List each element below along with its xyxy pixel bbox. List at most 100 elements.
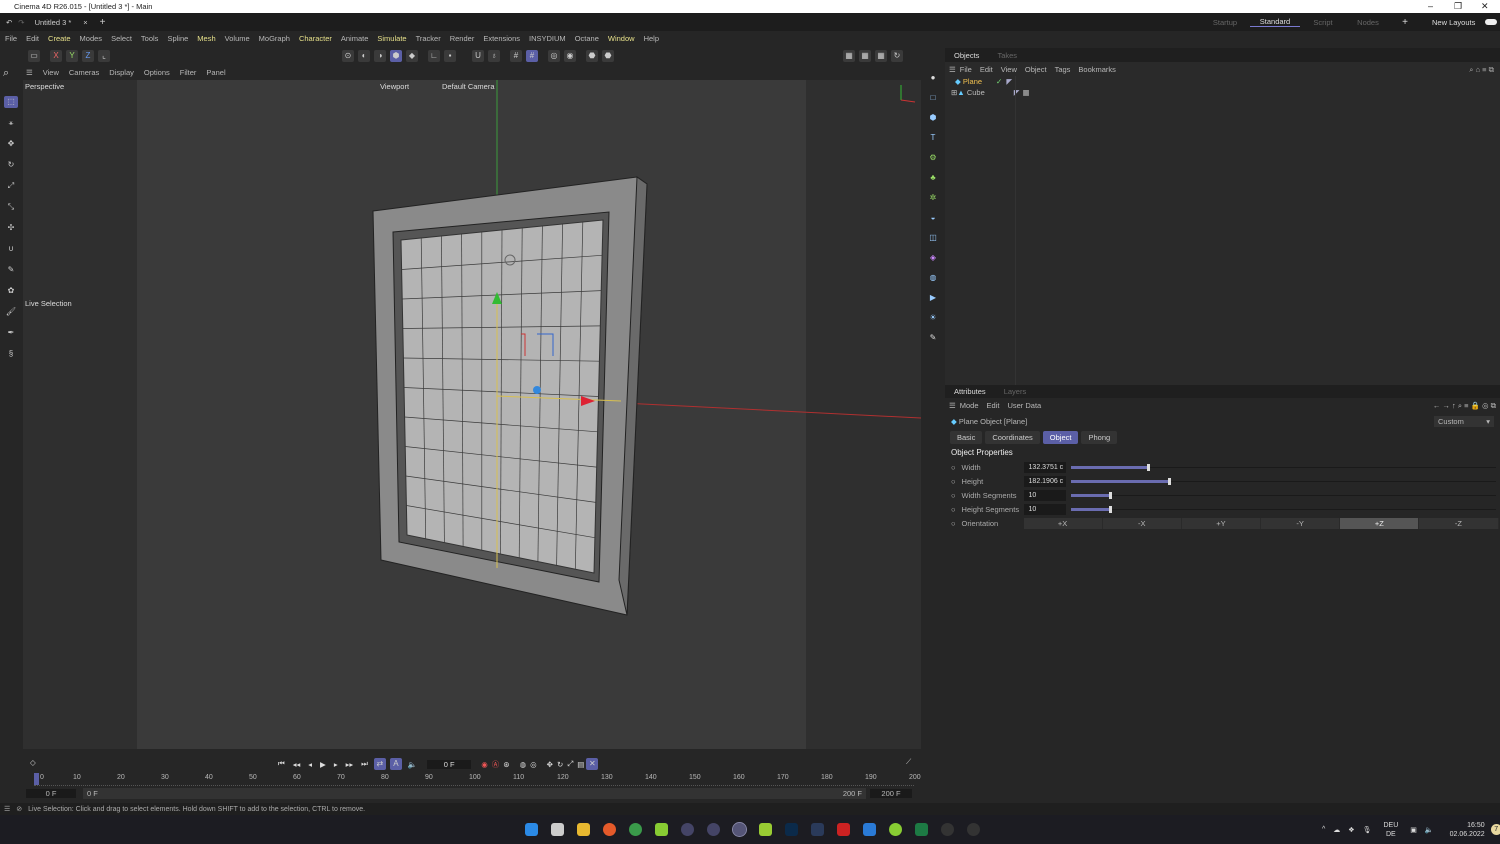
hamburger-icon[interactable]: ☰ [26,68,33,77]
slider-knob[interactable] [1108,491,1112,499]
hamburger-icon[interactable]: ☰ [949,401,956,410]
time-ruler[interactable]: 0 10 20 30 40 50 60 70 80 90 100 110 120 130 140 150 160… [34,772,921,786]
select-icon[interactable]: ● [927,72,939,84]
transform-tool-icon[interactable]: ⤡ [4,201,18,213]
windows-start-icon[interactable] [524,823,538,836]
viewport-menu-display[interactable]: Display [109,68,134,77]
preset-dropdown[interactable]: Custom ▾ [1434,415,1494,427]
record-icon[interactable]: ◉ [481,760,488,769]
network-icon[interactable]: ▣ [1410,826,1417,834]
app-icon-4[interactable] [888,823,902,836]
objects-menu-file[interactable]: File [960,65,972,74]
sound-icon[interactable]: 🔈 [408,760,417,769]
polygons-mode-icon[interactable]: ◑ [374,49,386,62]
task-view-icon[interactable] [550,823,564,836]
texture-mode-icon[interactable]: ◆ [406,49,418,62]
sculpt-tool-icon[interactable]: ✿ [4,285,18,297]
light-icon[interactable]: ☀ [927,312,939,324]
viewport-menu-cameras[interactable]: Cameras [69,68,99,77]
menu-help[interactable]: Help [644,34,659,43]
render-region-icon[interactable]: ◎ [548,49,560,62]
generator-icon[interactable]: ⚙ [927,152,939,164]
render-settings-icon[interactable]: ⬣ [586,49,598,62]
attributes-menu-edit[interactable]: Edit [987,401,1000,410]
hamburger-icon[interactable]: ☰ [4,805,10,813]
subtab-coordinates[interactable]: Coordinates [985,430,1040,444]
move-tool-icon[interactable]: ✥ [4,138,18,150]
navigation-icons[interactable]: ← → ↑ ⌕ ≡ 🔒 ◎ ⧉ [1433,401,1496,411]
layout-startup[interactable]: Startup [1200,18,1250,27]
tab-attributes[interactable]: Attributes [945,385,995,398]
layout-script[interactable]: Script [1300,18,1346,27]
add-layout-button[interactable]: + [1390,17,1420,28]
orientation-option[interactable]: +Z [1340,517,1420,529]
attributes-menu-mode[interactable]: Mode [960,401,979,410]
menu-octane[interactable]: Octane [575,34,599,43]
prev-frame-icon[interactable]: ◂ [308,760,312,769]
menu-create[interactable]: Create [48,34,71,43]
layout-nodes[interactable]: Nodes [1346,18,1390,27]
motion-icon[interactable]: ◍ [520,760,527,769]
microphone-icon[interactable]: 🎙 [1363,826,1372,834]
close-button[interactable]: ✕ [1481,0,1489,13]
property-value-field[interactable]: 182.1906 c [1023,475,1066,487]
layout-standard[interactable]: Standard [1250,17,1300,27]
edges-mode-icon[interactable]: ◐ [358,49,370,62]
photoshop-icon[interactable] [784,823,798,836]
app-icon[interactable] [654,823,668,836]
model-mode-icon[interactable]: ⬢ [390,49,402,62]
position-track-icon[interactable]: ✥ [547,760,553,769]
tweak-tool-icon[interactable]: ✣ [4,222,18,234]
search-filter-icons[interactable]: ⌕ ⌂ ≡ ⧉ [1469,65,1494,75]
axis-x-toggle[interactable]: X [50,49,62,62]
slider-knob[interactable] [1108,505,1112,513]
prev-key-icon[interactable]: ◂◂ [293,760,301,769]
orientation-option[interactable]: +Y [1181,517,1262,529]
picture-viewer-icon[interactable]: ▦ [875,49,887,62]
app-icon-5[interactable] [940,823,954,836]
tab-takes[interactable]: Takes [988,49,1026,62]
current-frame-field[interactable]: 0 F [427,759,472,769]
pla-icon[interactable]: ✕ [586,758,599,770]
objects-menu-edit[interactable]: Edit [980,65,993,74]
magnet-tool-icon[interactable]: ∪ [4,243,18,255]
tray-chevron-icon[interactable]: ^ [1322,826,1325,833]
autokey-icon[interactable]: Ⓐ [492,759,500,770]
app-icon-6[interactable] [966,823,980,836]
property-slider[interactable] [1070,490,1496,501]
slider-knob[interactable] [1168,477,1172,485]
scale-track-icon[interactable]: ⤢ [567,759,573,769]
tab-layers[interactable]: Layers [995,385,1036,398]
keyframe-icon[interactable]: ◇ [30,758,36,767]
menu-animate[interactable]: Animate [341,34,369,43]
go-to-end-icon[interactable]: ⏭ [361,759,368,769]
object-row-plane[interactable]: ◆ Plane ✓ ◤ [945,76,1500,87]
start-frame-field[interactable]: 0 F [26,789,76,798]
objects-menu-object[interactable]: Object [1025,65,1047,74]
viewport-menu-panel[interactable]: Panel [206,68,225,77]
property-slider[interactable] [1070,504,1496,515]
param-track-icon[interactable]: ▤ [577,760,584,769]
subtab-phong[interactable]: Phong [1081,430,1118,444]
object-row-cube[interactable]: ⊞ ▲ Cube ◤ ▦ [945,87,1500,98]
loop-icon[interactable]: ⇄ [373,758,386,770]
minimize-button[interactable]: – [1428,0,1433,13]
autokey-mode-icon[interactable]: A [389,758,402,770]
property-slider[interactable] [1070,462,1496,473]
volume-icon[interactable]: 🔈 [1425,826,1434,834]
playhead[interactable] [34,773,39,785]
workplane-icon[interactable]: # [526,49,538,62]
tab-objects[interactable]: Objects [945,49,988,62]
orientation-option[interactable]: -Y [1261,517,1341,529]
menu-modes[interactable]: Modes [80,34,103,43]
points-mode-icon[interactable]: ⊙ [342,49,354,62]
solo-icon[interactable]: ▪ [444,49,456,62]
menu-spline[interactable]: Spline [167,34,188,43]
play-icon[interactable]: ▶ [320,760,326,769]
property-value-field[interactable]: 132.3751 c [1023,461,1066,473]
onedrive-icon[interactable]: ☁ [1333,826,1340,834]
menu-extensions[interactable]: Extensions [483,34,520,43]
orientation-option[interactable]: -X [1102,517,1182,529]
slider-knob[interactable] [1147,463,1151,471]
app-s-icon[interactable] [758,823,772,836]
